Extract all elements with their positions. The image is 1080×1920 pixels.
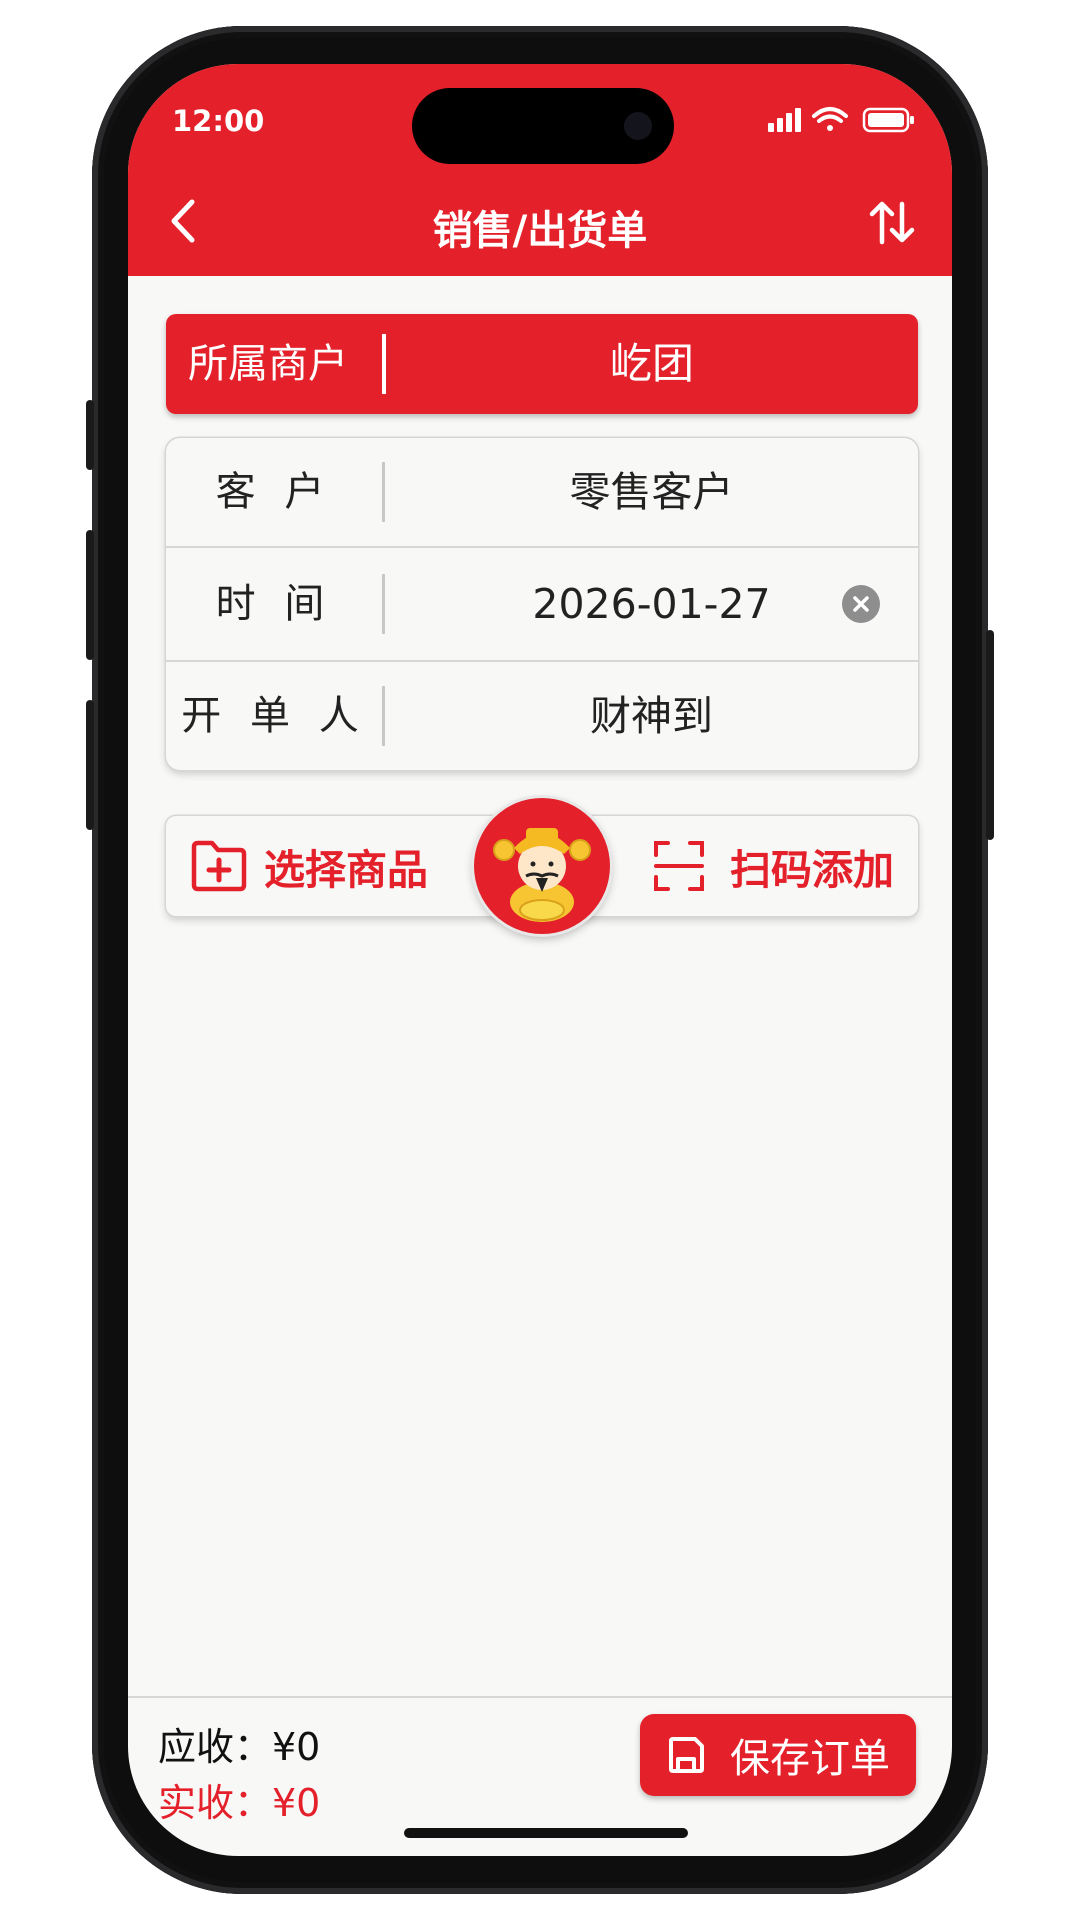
- scan-icon: [654, 841, 704, 891]
- home-indicator[interactable]: [404, 1828, 688, 1838]
- save-icon: [669, 1737, 704, 1773]
- merchant-selector[interactable]: 所属商户 屹团: [166, 314, 918, 414]
- amount-due: 应收：¥0: [158, 1725, 321, 1769]
- wifi-icon: [812, 107, 848, 131]
- camera-icon: [624, 112, 652, 140]
- status-time: 12:00: [172, 104, 265, 138]
- scan-add-button[interactable]: 扫码添加: [652, 816, 894, 916]
- mascot-icon: [493, 828, 591, 922]
- volume-down-button: [86, 700, 94, 830]
- action-button: [86, 400, 94, 470]
- operator-row: 开 单 人 财神到: [166, 662, 918, 770]
- amount-paid: 实收：¥0: [158, 1781, 321, 1825]
- save-order-button[interactable]: 保存订单: [640, 1714, 916, 1796]
- sort-arrows-icon[interactable]: [868, 198, 916, 246]
- customer-row[interactable]: 客 户 零售客户: [166, 438, 918, 546]
- volume-up-button: [86, 530, 94, 660]
- customer-label: 客 户: [215, 469, 333, 515]
- battery-icon: [862, 107, 914, 133]
- merchant-value: 屹团: [609, 339, 694, 388]
- time-row[interactable]: 时 间 2026-01-27: [166, 548, 918, 660]
- order-form: 客 户 零售客户 时 间 2026-01-27 开 单 人 财神到: [166, 438, 918, 770]
- select-goods-button[interactable]: 选择商品: [190, 816, 428, 916]
- app-screen: 12:00 销售/出货单 所属商户 屹团 客 户 零售客户 时 间 2026-0…: [128, 64, 952, 1856]
- time-label: 时 间: [215, 581, 333, 627]
- app-header: 12:00 销售/出货单: [128, 64, 952, 276]
- folder-add-icon: [191, 840, 247, 892]
- close-icon: [853, 596, 869, 612]
- operator-value: 财神到: [590, 692, 713, 740]
- customer-value: 零售客户: [569, 468, 734, 516]
- scan-add-label: 扫码添加: [730, 846, 894, 894]
- select-goods-label: 选择商品: [264, 846, 428, 894]
- dynamic-island: [412, 88, 674, 164]
- power-button: [986, 630, 994, 840]
- footer-divider: [128, 1696, 952, 1698]
- page-title: 销售/出货单: [432, 208, 648, 254]
- signal-icon: [768, 108, 801, 132]
- operator-label: 开 单 人: [181, 693, 367, 739]
- status-icons: [768, 107, 914, 133]
- time-value: 2026-01-27: [532, 580, 771, 628]
- clear-date-button[interactable]: [842, 585, 880, 623]
- merchant-label: 所属商户: [188, 341, 348, 387]
- save-order-label: 保存订单: [730, 1736, 890, 1782]
- god-of-wealth-mascot[interactable]: [474, 798, 610, 934]
